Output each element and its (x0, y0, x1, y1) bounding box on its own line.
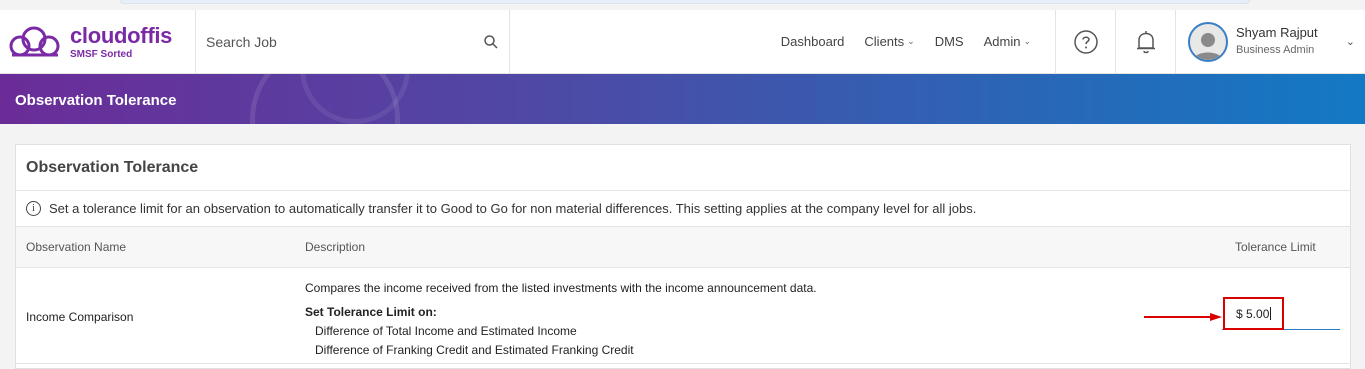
info-icon: i (26, 201, 41, 216)
observation-description: Compares the income received from the li… (305, 279, 817, 360)
user-role: Business Admin (1236, 44, 1315, 57)
user-menu[interactable]: Shyam Rajput Business Admin ⌄ (1175, 10, 1365, 73)
notifications-button[interactable] (1115, 10, 1175, 73)
arrow-right-icon (1144, 313, 1222, 321)
avatar (1188, 21, 1228, 62)
page-banner: Observation Tolerance (0, 74, 1365, 124)
nav-dms-label: DMS (934, 34, 964, 49)
top-header: cloudoffis SMSF Sorted Dashboard Clients… (0, 10, 1365, 74)
table-header: Observation Name Description Tolerance L… (16, 227, 1350, 268)
tolerance-card: Observation Tolerance i Set a tolerance … (15, 144, 1351, 369)
logo-name: cloudoffis (70, 22, 173, 48)
observation-name: Income Comparison (26, 310, 134, 324)
search-input[interactable] (206, 33, 476, 50)
help-icon (1073, 29, 1098, 54)
logo[interactable]: cloudoffis SMSF Sorted (0, 10, 196, 74)
search-icon[interactable] (483, 34, 499, 50)
nav-dashboard-label: Dashboard (780, 34, 845, 49)
card-title: Observation Tolerance (16, 145, 1350, 191)
search-box (196, 10, 510, 73)
nav-admin[interactable]: Admin ⌄ (984, 34, 1031, 49)
info-text: Set a tolerance limit for an observation… (49, 201, 977, 216)
nav-admin-label: Admin (983, 34, 1021, 49)
tolerance-value: $ 5.00 (1236, 306, 1270, 321)
bell-icon (1136, 30, 1155, 53)
description-text: Compares the income received from the li… (305, 281, 817, 295)
nav-dashboard[interactable]: Dashboard (781, 34, 845, 49)
chevron-down-icon: ⌄ (907, 36, 915, 46)
text-caret (1270, 307, 1272, 320)
nav-dms[interactable]: DMS (935, 34, 964, 49)
cloud-logo-icon (9, 26, 60, 57)
help-button[interactable] (1055, 10, 1115, 73)
chevron-down-icon: ⌄ (1345, 36, 1355, 48)
table-row: Income Comparison Compares the income re… (16, 268, 1350, 364)
tolerance-limit-input[interactable]: $ 5.00 (1223, 297, 1284, 330)
column-header-description: Description (305, 240, 366, 254)
chevron-down-icon: ⌄ (1023, 36, 1031, 46)
column-header-tolerance: Tolerance Limit (1235, 240, 1316, 254)
column-header-name: Observation Name (26, 240, 127, 254)
tolerance-item: Difference of Total Income and Estimated… (315, 324, 577, 338)
nav-clients-label: Clients (864, 34, 905, 49)
tolerance-item: Difference of Franking Credit and Estima… (315, 343, 634, 357)
user-avatar-icon (1194, 32, 1222, 60)
user-name: Shyam Rajput (1236, 25, 1318, 40)
logo-tagline: SMSF Sorted (70, 48, 133, 60)
browser-edge (120, 0, 1250, 4)
main-nav: Dashboard Clients ⌄ DMS Admin ⌄ (510, 10, 1055, 73)
info-banner: i Set a tolerance limit for an observati… (16, 191, 1350, 227)
set-tolerance-label: Set Tolerance Limit on: (305, 305, 437, 319)
nav-clients[interactable]: Clients ⌄ (864, 34, 914, 49)
page-title: Observation Tolerance (15, 92, 177, 109)
